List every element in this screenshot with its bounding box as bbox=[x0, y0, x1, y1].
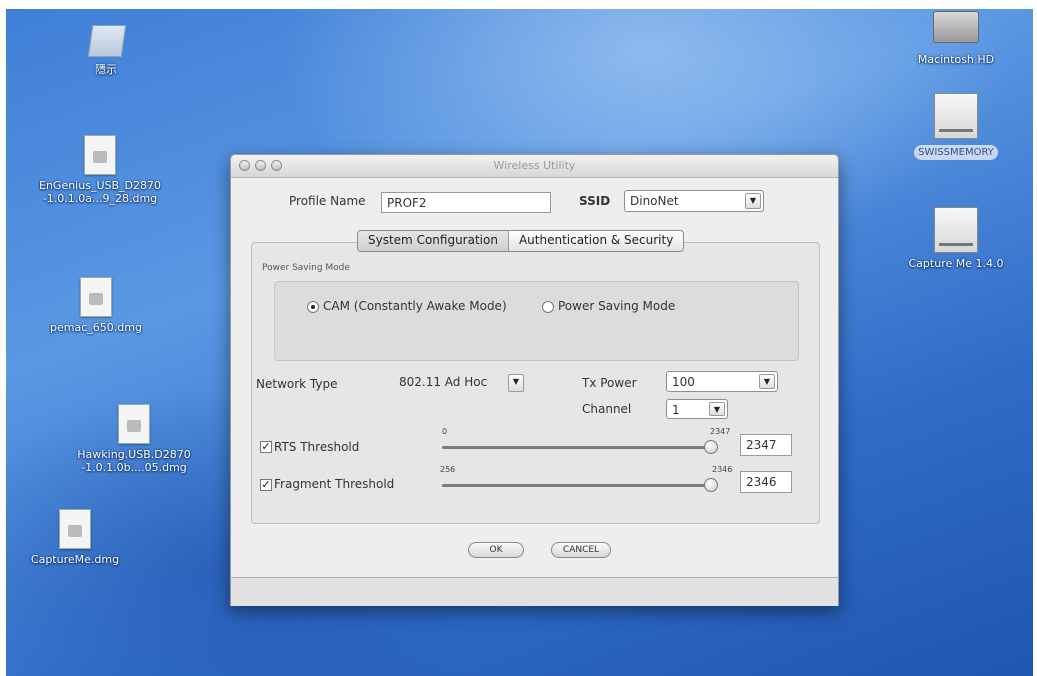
tab-bar: System Configuration Authentication & Se… bbox=[357, 230, 685, 252]
rts-threshold-label: RTS Threshold bbox=[274, 440, 360, 454]
rts-threshold-field[interactable]: 2347 bbox=[740, 434, 792, 456]
removable-drive-icon bbox=[934, 93, 978, 139]
power-saving-radio-label[interactable]: Power Saving Mode bbox=[558, 299, 675, 313]
network-type-value: 802.11 Ad Hoc bbox=[399, 375, 488, 389]
cam-radio[interactable] bbox=[307, 301, 319, 313]
network-type-label: Network Type bbox=[256, 377, 338, 391]
hard-drive-icon bbox=[933, 11, 979, 43]
profile-name-field[interactable]: PROF2 bbox=[381, 192, 551, 213]
disk-image-icon bbox=[59, 509, 91, 549]
desktop-icon-pemac-dmg[interactable]: pemac_650.dmg bbox=[36, 277, 156, 334]
fragment-threshold-slider-knob[interactable] bbox=[704, 478, 718, 492]
fragment-threshold-field[interactable]: 2346 bbox=[740, 471, 792, 493]
tx-power-select[interactable]: 100 ▼ bbox=[666, 371, 778, 392]
desktop-icon-label: 隱示 bbox=[95, 63, 117, 76]
desktop-icon-label: CaptureMe.dmg bbox=[30, 553, 120, 566]
channel-label: Channel bbox=[582, 402, 632, 416]
disk-image-icon bbox=[118, 404, 150, 444]
desktop-icon-label: EnGenius_USB_D2870 -1.0.1.0a...9_28.dmg bbox=[39, 179, 161, 205]
folder-icon bbox=[86, 25, 126, 59]
desktop-icon-captureme-dmg[interactable]: CaptureMe.dmg bbox=[20, 509, 130, 566]
fragment-threshold-checkbox[interactable]: ✓ bbox=[260, 479, 272, 491]
tab-system-configuration[interactable]: System Configuration bbox=[358, 231, 508, 251]
fragment-min-label: 256 bbox=[440, 465, 456, 474]
tx-power-label: Tx Power bbox=[582, 376, 637, 390]
desktop-icon-swissmemory[interactable]: SWISSMEMORY bbox=[896, 93, 1016, 160]
profile-name-label: Profile Name bbox=[289, 194, 366, 208]
desktop-icon-hawking-dmg[interactable]: Hawking.USB.D2870 -1.0.1.0b....05.dmg bbox=[54, 404, 214, 474]
fragment-threshold-label: Fragment Threshold bbox=[274, 477, 395, 491]
desktop-icon-label: Macintosh HD bbox=[917, 53, 995, 66]
rts-threshold-checkbox[interactable]: ✓ bbox=[260, 441, 272, 453]
channel-value: 1 bbox=[672, 403, 680, 417]
network-type-select[interactable]: 802.11 Ad Hoc ▼ bbox=[394, 372, 544, 394]
volume-icon bbox=[934, 207, 978, 253]
ssid-label: SSID bbox=[579, 194, 611, 208]
rts-threshold-slider-knob[interactable] bbox=[704, 440, 718, 454]
desktop-icon-folder[interactable]: 隱示 bbox=[66, 25, 146, 76]
power-saving-group-label: Power Saving Mode bbox=[262, 263, 350, 273]
desktop-icon-engenius-dmg[interactable]: EnGenius_USB_D2870 -1.0.1.0a...9_28.dmg bbox=[20, 135, 180, 205]
fragment-max-label: 2346 bbox=[712, 465, 733, 474]
cancel-button[interactable]: CANCEL bbox=[551, 542, 611, 558]
desktop-icon-captureme-volume[interactable]: Capture Me 1.4.0 bbox=[896, 207, 1016, 270]
wireless-utility-window: Wireless Utility Profile Name PROF2 SSID… bbox=[230, 154, 839, 606]
ssid-select[interactable]: DinoNet ▼ bbox=[624, 190, 764, 212]
window-footer bbox=[231, 577, 838, 606]
chevron-down-icon: ▼ bbox=[745, 193, 761, 209]
chevron-down-icon: ▼ bbox=[709, 402, 725, 416]
ssid-value: DinoNet bbox=[630, 194, 679, 208]
desktop-icon-label: pemac_650.dmg bbox=[50, 321, 142, 334]
fragment-threshold-slider-track[interactable] bbox=[442, 484, 714, 487]
chevron-down-icon: ▼ bbox=[759, 374, 775, 389]
desktop-icon-label: SWISSMEMORY bbox=[914, 145, 998, 160]
settings-panel: Power Saving Mode CAM (Constantly Awake … bbox=[251, 242, 820, 524]
ok-button[interactable]: OK bbox=[468, 542, 524, 558]
window-title: Wireless Utility bbox=[493, 159, 576, 172]
power-saving-group: CAM (Constantly Awake Mode) Power Saving… bbox=[274, 281, 799, 361]
title-bar[interactable]: Wireless Utility bbox=[231, 155, 838, 178]
power-saving-radio[interactable] bbox=[542, 301, 554, 313]
desktop-icon-label: Capture Me 1.4.0 bbox=[908, 257, 1004, 270]
rts-min-label: 0 bbox=[442, 427, 448, 436]
rts-threshold-slider-track[interactable] bbox=[442, 446, 714, 449]
tx-power-value: 100 bbox=[672, 375, 695, 389]
rts-max-label: 2347 bbox=[710, 427, 731, 436]
disk-image-icon bbox=[84, 135, 116, 175]
desktop-icon-label: Hawking.USB.D2870 -1.0.1.0b....05.dmg bbox=[77, 448, 191, 474]
cam-radio-label[interactable]: CAM (Constantly Awake Mode) bbox=[323, 299, 507, 313]
desktop-icon-macintosh-hd[interactable]: Macintosh HD bbox=[896, 11, 1016, 66]
tab-authentication-security[interactable]: Authentication & Security bbox=[507, 231, 683, 251]
channel-select[interactable]: 1 ▼ bbox=[666, 399, 728, 419]
disk-image-icon bbox=[80, 277, 112, 317]
chevron-down-icon: ▼ bbox=[508, 374, 524, 392]
